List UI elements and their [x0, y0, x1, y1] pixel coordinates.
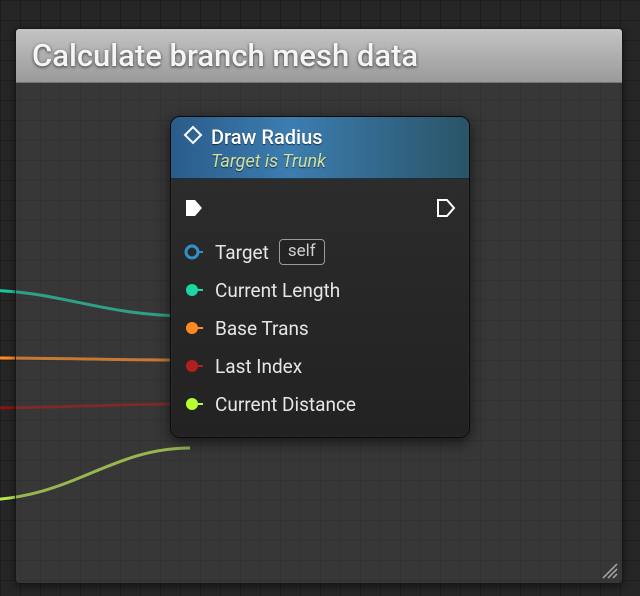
pin-row-target: Target self: [183, 233, 457, 271]
pin-row-basetrans: Base Trans: [183, 309, 457, 347]
exec-out-pin[interactable]: [435, 197, 457, 219]
currentlength-pin[interactable]: [183, 279, 205, 301]
target-self-pill[interactable]: self: [279, 239, 325, 265]
pin-label-currentdistance: Current Distance: [215, 393, 356, 416]
pin-row-currentdistance: Current Distance: [183, 385, 457, 423]
pin-row-currentlength: Current Length: [183, 271, 457, 309]
blueprint-node-draw-radius[interactable]: Draw Radius Target is Trunk: [170, 116, 470, 438]
comment-title: Calculate branch mesh data: [32, 37, 418, 74]
pin-label-target: Target: [215, 241, 269, 264]
node-title: Draw Radius: [211, 125, 323, 149]
comment-header[interactable]: Calculate branch mesh data: [16, 29, 622, 83]
node-header[interactable]: Draw Radius Target is Trunk: [171, 117, 469, 179]
lastindex-pin[interactable]: [183, 355, 205, 377]
node-body: Target self Current Length Base Trans: [171, 179, 469, 437]
pin-row-lastindex: Last Index: [183, 347, 457, 385]
pin-label-basetrans: Base Trans: [215, 317, 309, 340]
resize-grip[interactable]: [600, 561, 618, 579]
node-subtitle: Target is Trunk: [211, 151, 457, 172]
basetrans-pin[interactable]: [183, 317, 205, 339]
pin-label-currentlength: Current Length: [215, 279, 340, 302]
currentdistance-pin[interactable]: [183, 393, 205, 415]
target-pin[interactable]: [183, 241, 205, 263]
pin-label-lastindex: Last Index: [215, 355, 302, 378]
function-icon: [183, 125, 203, 149]
exec-in-pin[interactable]: [183, 197, 205, 219]
